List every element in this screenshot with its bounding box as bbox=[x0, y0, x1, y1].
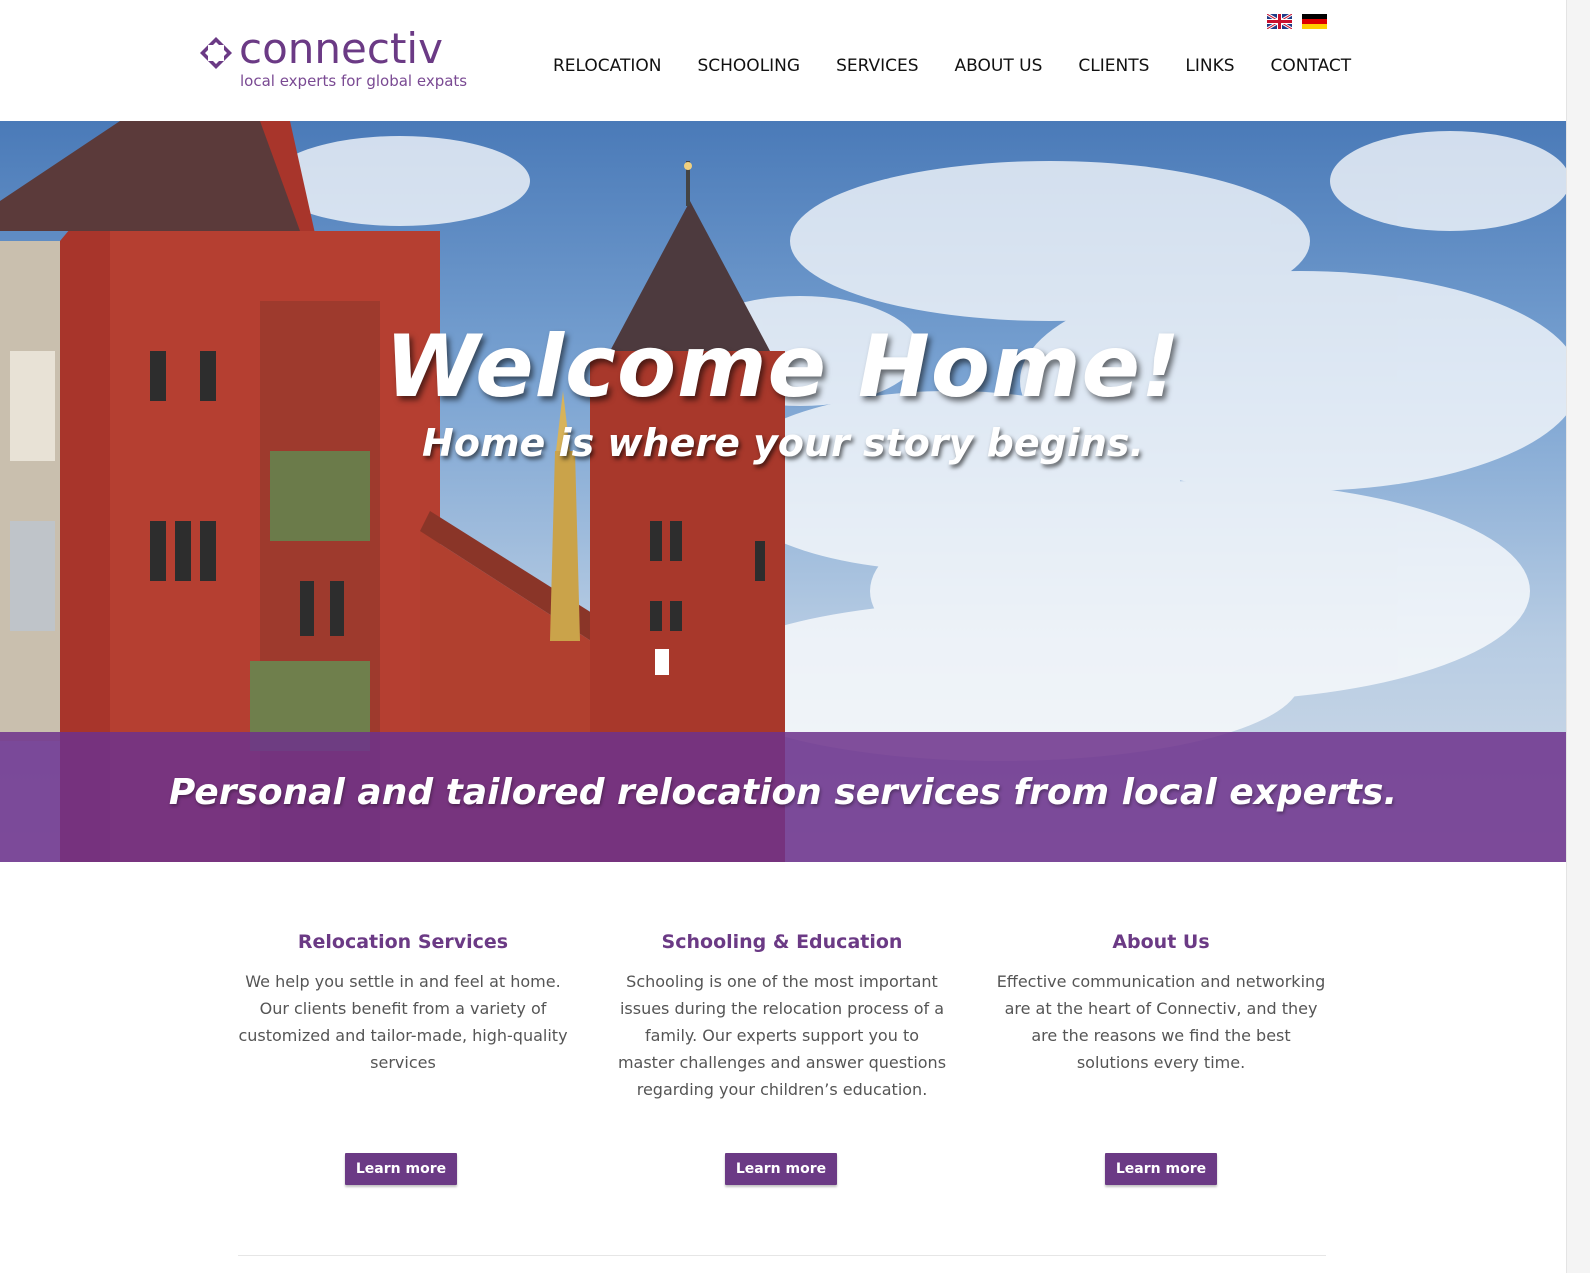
nav-contact[interactable]: CONTACT bbox=[1271, 53, 1352, 79]
relocation-learn-more-button[interactable]: Learn more bbox=[345, 1153, 457, 1185]
about-learn-more-button[interactable]: Learn more bbox=[1105, 1153, 1217, 1185]
hero-tagline: Personal and tailored relocation service… bbox=[168, 772, 1398, 813]
main-nav: RELOCATION SCHOOLING SERVICES ABOUT US C… bbox=[553, 53, 1351, 79]
feature-columns: Relocation Services We help you settle i… bbox=[238, 930, 1326, 1200]
feature-text: Schooling is one of the most important i… bbox=[617, 972, 947, 1099]
nav-about-us[interactable]: ABOUT US bbox=[955, 53, 1043, 79]
nav-clients[interactable]: CLIENTS bbox=[1078, 53, 1149, 79]
uk-flag-icon[interactable] bbox=[1267, 14, 1292, 29]
nav-schooling[interactable]: SCHOOLING bbox=[697, 53, 800, 79]
feature-relocation: Relocation Services We help you settle i… bbox=[238, 930, 568, 1076]
logo-wordmark: connectiv bbox=[239, 24, 443, 73]
feature-text: Effective communication and networking a… bbox=[996, 972, 1326, 1072]
hero-subtitle: Home is where your story begins. bbox=[422, 421, 1144, 465]
hero-banner: Welcome Home! Home is where your story b… bbox=[0, 121, 1566, 862]
feature-title: Relocation Services bbox=[297, 931, 509, 953]
logo[interactable]: connectiv local experts for global expat… bbox=[199, 24, 469, 98]
diamond-arrows-icon bbox=[200, 37, 232, 69]
feature-schooling: Schooling & Education Schooling is one o… bbox=[617, 930, 947, 1103]
hero-title: Welcome Home! bbox=[384, 317, 1182, 417]
feature-title: About Us bbox=[1112, 931, 1210, 953]
nav-links[interactable]: LINKS bbox=[1185, 53, 1234, 79]
feature-title: Schooling & Education bbox=[661, 931, 903, 953]
site-header: connectiv local experts for global expat… bbox=[0, 0, 1566, 121]
hero-tagline-band: Personal and tailored relocation service… bbox=[0, 732, 1566, 862]
nav-services[interactable]: SERVICES bbox=[836, 53, 918, 79]
logo-tagline: local experts for global expats bbox=[240, 72, 468, 90]
german-flag-icon[interactable] bbox=[1302, 14, 1327, 29]
feature-about-us: About Us Effective communication and net… bbox=[996, 930, 1326, 1076]
nav-relocation[interactable]: RELOCATION bbox=[553, 53, 661, 79]
section-divider bbox=[238, 1255, 1326, 1256]
page-scrollbar[interactable] bbox=[1566, 0, 1590, 1273]
schooling-learn-more-button[interactable]: Learn more bbox=[725, 1153, 837, 1185]
feature-text: We help you settle in and feel at home. … bbox=[238, 972, 568, 1072]
language-switcher bbox=[1267, 14, 1327, 29]
